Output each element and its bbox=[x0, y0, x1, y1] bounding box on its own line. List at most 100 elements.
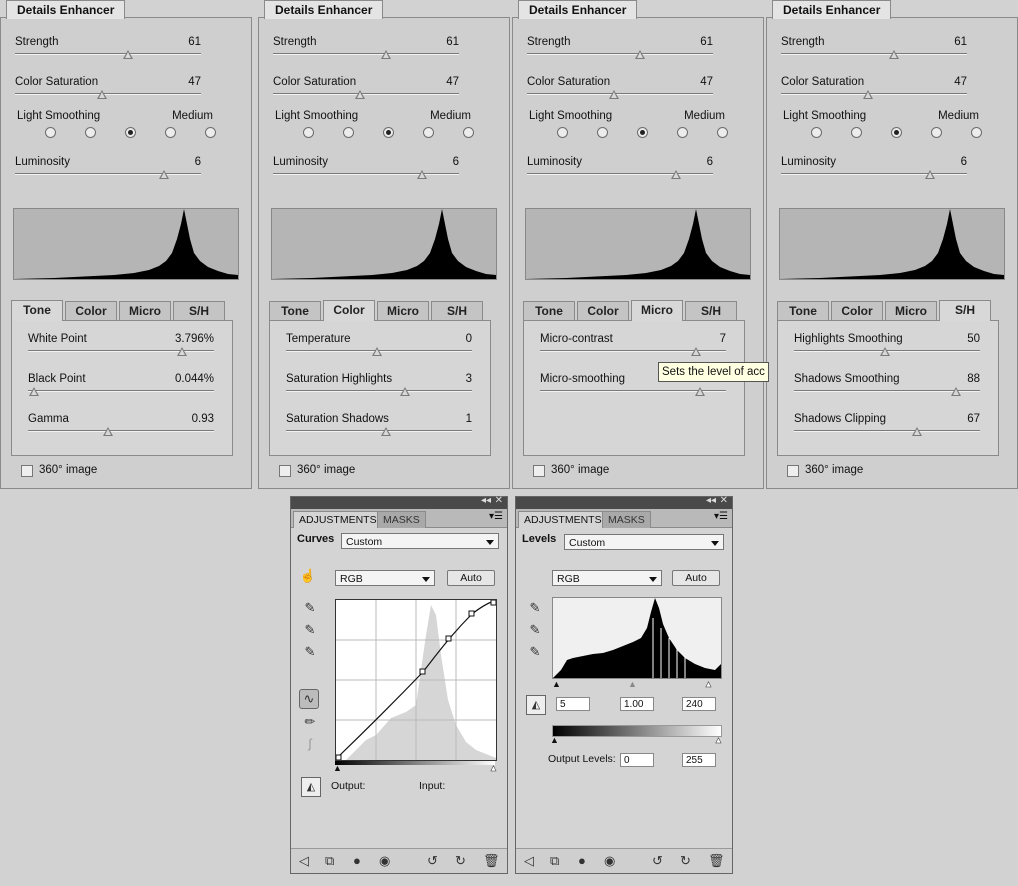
input-gamma-field[interactable]: 1.00 bbox=[620, 697, 654, 711]
slider-track[interactable] bbox=[286, 430, 472, 432]
preset-dropdown[interactable]: Custom bbox=[564, 534, 724, 550]
slider-thumb[interactable] bbox=[924, 170, 935, 179]
slider-track[interactable] bbox=[28, 430, 214, 432]
black-point-slider[interactable]: Black Point 0.044% bbox=[28, 373, 214, 399]
slider-thumb[interactable] bbox=[158, 170, 169, 179]
layer-visibility-icon[interactable]: ● bbox=[353, 853, 361, 868]
white-point-slider-icon[interactable]: ▲ bbox=[489, 763, 498, 774]
delete-icon[interactable]: 🗑 bbox=[708, 853, 725, 869]
tab-color[interactable]: Color bbox=[65, 301, 117, 320]
gray-eyedropper-icon[interactable]: ✎ bbox=[301, 621, 319, 639]
light-smoothing-radio-3[interactable] bbox=[383, 127, 394, 138]
slider-thumb[interactable] bbox=[355, 90, 366, 99]
tab-sh[interactable]: S/H bbox=[939, 300, 991, 321]
tab-sh[interactable]: S/H bbox=[685, 301, 737, 320]
tab-color[interactable]: Color bbox=[577, 301, 629, 320]
luminosity-slider[interactable]: Luminosity 6 bbox=[527, 156, 713, 182]
previous-state-icon[interactable]: ↺ bbox=[427, 853, 438, 869]
saturation-shadows-slider[interactable]: Saturation Shadows 1 bbox=[286, 413, 472, 439]
slider-thumb[interactable] bbox=[381, 427, 392, 436]
collapse-icon[interactable]: ◂◂ bbox=[481, 495, 491, 506]
panel-menu-icon[interactable]: ▾☰ bbox=[489, 511, 503, 522]
light-smoothing-radio-3[interactable] bbox=[637, 127, 648, 138]
shadows-clipping-slider[interactable]: Shadows Clipping 67 bbox=[794, 413, 980, 439]
pencil-tool-icon[interactable]: ✏ bbox=[301, 713, 319, 731]
slider-track[interactable] bbox=[781, 53, 967, 55]
black-eyedropper-icon[interactable]: ✎ bbox=[526, 599, 544, 617]
360-image-checkbox[interactable] bbox=[787, 465, 799, 477]
slider-track[interactable] bbox=[527, 93, 713, 95]
light-smoothing-radio-2[interactable] bbox=[343, 127, 354, 138]
eye-icon[interactable]: ◉ bbox=[604, 853, 615, 869]
channel-dropdown[interactable]: RGB bbox=[335, 570, 435, 586]
white-eyedropper-icon[interactable]: ✎ bbox=[301, 643, 319, 661]
reset-icon[interactable]: ↻ bbox=[680, 853, 691, 869]
auto-button[interactable]: Auto bbox=[672, 570, 720, 586]
color-saturation-slider[interactable]: Color Saturation 47 bbox=[273, 76, 459, 102]
light-smoothing-radio-4[interactable] bbox=[165, 127, 176, 138]
light-smoothing-radio-1[interactable] bbox=[303, 127, 314, 138]
tab-color[interactable]: Color bbox=[323, 300, 375, 321]
input-black-field[interactable]: 5 bbox=[556, 697, 590, 711]
curve-graph[interactable] bbox=[335, 599, 497, 761]
light-smoothing-radio-5[interactable] bbox=[717, 127, 728, 138]
target-adjust-hand-icon[interactable]: ☝ bbox=[299, 567, 317, 585]
light-smoothing-radio-5[interactable] bbox=[205, 127, 216, 138]
strength-slider[interactable]: Strength 61 bbox=[15, 36, 201, 62]
slider-thumb[interactable] bbox=[177, 347, 188, 356]
slider-track[interactable] bbox=[273, 93, 459, 95]
output-black-slider-icon[interactable]: ▲ bbox=[550, 735, 559, 745]
slider-thumb[interactable] bbox=[372, 347, 383, 356]
white-point-slider[interactable]: White Point 3.796% bbox=[28, 333, 214, 359]
tab-masks[interactable]: MASKS bbox=[602, 511, 651, 528]
slider-thumb[interactable] bbox=[123, 50, 134, 59]
slider-thumb[interactable] bbox=[97, 90, 108, 99]
channel-dropdown[interactable]: RGB bbox=[552, 570, 662, 586]
tab-micro[interactable]: Micro bbox=[885, 301, 937, 320]
slider-track[interactable] bbox=[794, 430, 980, 432]
tab-masks[interactable]: MASKS bbox=[377, 511, 426, 528]
clipping-warning-icon[interactable]: ◭ bbox=[526, 695, 546, 715]
color-saturation-slider[interactable]: Color Saturation 47 bbox=[527, 76, 713, 102]
layer-visibility-icon[interactable]: ● bbox=[578, 853, 586, 868]
slider-track[interactable] bbox=[286, 390, 472, 392]
close-icon[interactable]: ✕ bbox=[495, 495, 503, 506]
reset-icon[interactable]: ↻ bbox=[455, 853, 466, 869]
luminosity-slider[interactable]: Luminosity 6 bbox=[15, 156, 201, 182]
tab-tone[interactable]: Tone bbox=[11, 300, 63, 321]
slider-thumb[interactable] bbox=[911, 427, 922, 436]
output-black-field[interactable]: 0 bbox=[620, 753, 654, 767]
light-smoothing-radio-1[interactable] bbox=[557, 127, 568, 138]
slider-thumb[interactable] bbox=[609, 90, 620, 99]
white-eyedropper-icon[interactable]: ✎ bbox=[526, 643, 544, 661]
slider-track[interactable] bbox=[781, 93, 967, 95]
slider-track[interactable] bbox=[781, 173, 967, 175]
tab-color[interactable]: Color bbox=[831, 301, 883, 320]
tab-sh[interactable]: S/H bbox=[431, 301, 483, 320]
tab-micro[interactable]: Micro bbox=[119, 301, 171, 320]
clipping-warning-icon[interactable]: ◭ bbox=[301, 777, 321, 797]
output-white-slider-icon[interactable]: ▲ bbox=[714, 735, 723, 746]
slider-thumb[interactable] bbox=[880, 347, 891, 356]
slider-track[interactable] bbox=[527, 53, 713, 55]
slider-track[interactable] bbox=[15, 93, 201, 95]
slider-track[interactable] bbox=[273, 53, 459, 55]
gray-eyedropper-icon[interactable]: ✎ bbox=[526, 621, 544, 639]
light-smoothing-radio-4[interactable] bbox=[677, 127, 688, 138]
highlights-smoothing-slider[interactable]: Highlights Smoothing 50 bbox=[794, 333, 980, 359]
slider-thumb[interactable] bbox=[400, 387, 411, 396]
light-smoothing-radio-3[interactable] bbox=[125, 127, 136, 138]
input-white-slider-icon[interactable]: ▲ bbox=[704, 679, 713, 690]
panel-menu-icon[interactable]: ▾☰ bbox=[714, 511, 728, 522]
light-smoothing-radio-4[interactable] bbox=[423, 127, 434, 138]
tab-adjustments[interactable]: ADJUSTMENTS bbox=[518, 511, 608, 528]
eye-icon[interactable]: ◉ bbox=[379, 853, 390, 869]
light-smoothing-radio-2[interactable] bbox=[597, 127, 608, 138]
curve-points-tool-icon[interactable]: ∿ bbox=[299, 689, 319, 709]
tab-adjustments[interactable]: ADJUSTMENTS bbox=[293, 511, 383, 528]
back-arrow-icon[interactable]: ◁ bbox=[299, 853, 309, 869]
tab-tone[interactable]: Tone bbox=[523, 301, 575, 320]
input-white-field[interactable]: 240 bbox=[682, 697, 716, 711]
slider-track[interactable] bbox=[273, 173, 459, 175]
slider-track[interactable] bbox=[15, 173, 201, 175]
